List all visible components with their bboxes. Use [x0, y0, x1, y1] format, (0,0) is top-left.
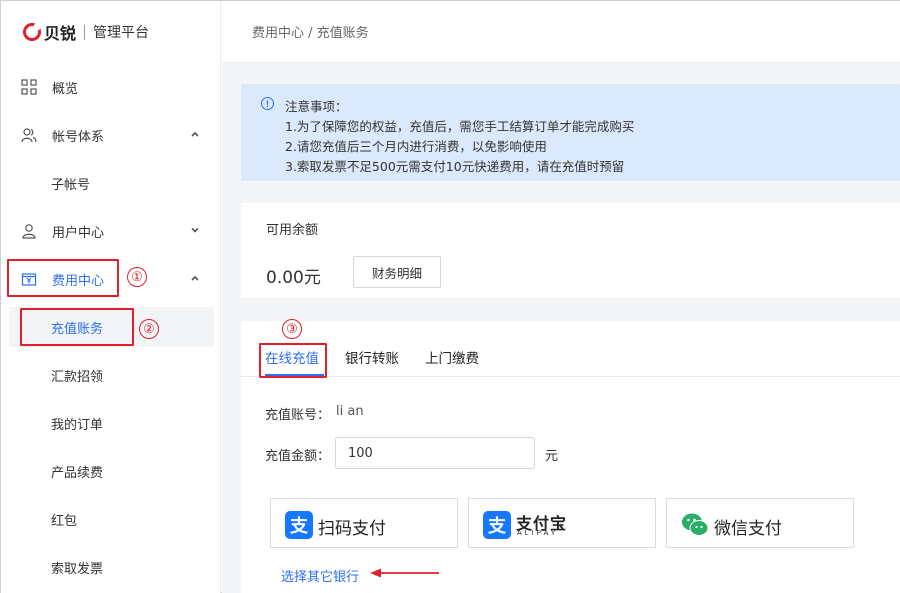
sidebar: 贝锐 管理平台 概览 帐号体系 子帐号 用户中心 费用中心 充值账务 汇款招领 … [1, 1, 221, 593]
pay-option-alipay[interactable]: 支 支付宝 ALIPAY [468, 498, 656, 548]
amount-unit: 元 [545, 449, 559, 464]
annotation-step-3: ③ [282, 319, 302, 339]
finance-detail-button[interactable]: 财务明细 [353, 256, 441, 288]
annotation-box-online-tab [259, 343, 327, 378]
notice-banner: ! 注意事项： 1.为了保障您的权益，充值后，需您手工结算订单才能完成购买 2.… [241, 84, 900, 181]
recharge-tabs: 在线充值 银行转账 上门缴费 [241, 321, 900, 377]
alipay-icon: 支 [483, 511, 511, 539]
sidebar-item-label: 索取发票 [51, 561, 104, 577]
svg-text:支: 支 [289, 515, 309, 537]
main-content: 费用中心 / 充值账务 ! 注意事项： 1.为了保障您的权益，充值后，需您手工结… [222, 1, 900, 593]
pay-option-sublabel: ALIPAY [517, 530, 559, 537]
sidebar-item-my-orders[interactable]: 我的订单 [9, 403, 214, 443]
sidebar-item-label: 产品续费 [51, 465, 104, 481]
tab-door-payment[interactable]: 上门缴费 [425, 347, 479, 367]
svg-text:支: 支 [487, 515, 507, 537]
annotation-box-billing [7, 259, 119, 297]
balance-label: 可用余额 [266, 223, 319, 238]
sidebar-item-user-center[interactable]: 用户中心 [9, 211, 214, 251]
sidebar-item-label: 帐号体系 [52, 129, 105, 145]
sidebar-item-product-renewal[interactable]: 产品续费 [9, 451, 214, 491]
brand-name: 贝锐 [44, 24, 77, 43]
info-icon: ! [261, 97, 274, 110]
breadcrumb: 费用中心 / 充值账务 [252, 26, 369, 41]
sidebar-item-label: 红包 [51, 513, 78, 529]
amount-input[interactable] [335, 437, 535, 469]
sidebar-item-account-system[interactable]: 帐号体系 [9, 115, 214, 155]
sidebar-item-red-packet[interactable]: 红包 [9, 499, 214, 539]
sidebar-item-label: 汇款招领 [51, 369, 104, 385]
brand-logo-icon [23, 23, 41, 41]
sidebar-item-label: 子帐号 [51, 177, 91, 193]
notice-line: 2.请您充值后三个月内进行消费，以免影响使用 [285, 139, 547, 154]
annotation-step-2: ② [139, 319, 159, 339]
balance-amount: 0.00元 [266, 268, 321, 288]
pay-option-label: 微信支付 [714, 519, 782, 539]
annotation-box-recharge [20, 308, 134, 346]
app-logo[interactable]: 贝锐 管理平台 [23, 21, 149, 43]
users-icon [21, 128, 37, 143]
grid-icon [21, 79, 37, 95]
sidebar-item-label: 概览 [52, 81, 79, 97]
pay-option-wechat[interactable]: 微信支付 [666, 498, 854, 548]
amount-label: 充值金额： [265, 449, 331, 464]
recharge-panel: 在线充值 银行转账 上门缴费 ③ 充值账号： li an 充值金额： 元 支 扫… [241, 319, 900, 593]
platform-name: 管理平台 [93, 25, 150, 41]
sidebar-item-remittance-claim[interactable]: 汇款招领 [9, 355, 214, 395]
balance-card: 可用余额 0.00元 财务明细 [241, 203, 900, 298]
annotation-arrow-icon [370, 568, 439, 578]
user-icon [22, 224, 36, 239]
sidebar-item-request-invoice[interactable]: 索取发票 [9, 547, 214, 587]
top-bar: 费用中心 / 充值账务 [222, 1, 900, 63]
chevron-up-icon[interactable] [190, 273, 200, 283]
account-value: li an [336, 404, 364, 419]
sidebar-item-label: 我的订单 [51, 417, 104, 433]
logo-divider [84, 24, 86, 40]
notice-line: 1.为了保障您的权益，充值后，需您手工结算订单才能完成购买 [285, 119, 635, 134]
account-label: 充值账号： [265, 408, 331, 423]
sidebar-item-label: 用户中心 [52, 225, 105, 241]
chevron-up-icon[interactable] [190, 129, 200, 139]
alipay-icon: 支 [285, 511, 313, 539]
tab-bank-transfer[interactable]: 银行转账 [345, 347, 399, 367]
chevron-down-icon[interactable] [190, 225, 200, 235]
select-other-bank-link[interactable]: 选择其它银行 [281, 566, 359, 585]
wechat-icon [682, 513, 709, 536]
annotation-step-1: ① [127, 267, 147, 287]
sidebar-item-overview[interactable]: 概览 [9, 67, 214, 107]
pay-option-scan[interactable]: 支 扫码支付 [270, 498, 458, 548]
sidebar-item-sub-account[interactable]: 子帐号 [9, 163, 214, 203]
notice-line: 3.索取发票不足500元需支付10元快递费用，请在充值时预留 [285, 159, 625, 174]
notice-title: 注意事项： [285, 99, 348, 114]
pay-option-label: 扫码支付 [318, 519, 386, 539]
